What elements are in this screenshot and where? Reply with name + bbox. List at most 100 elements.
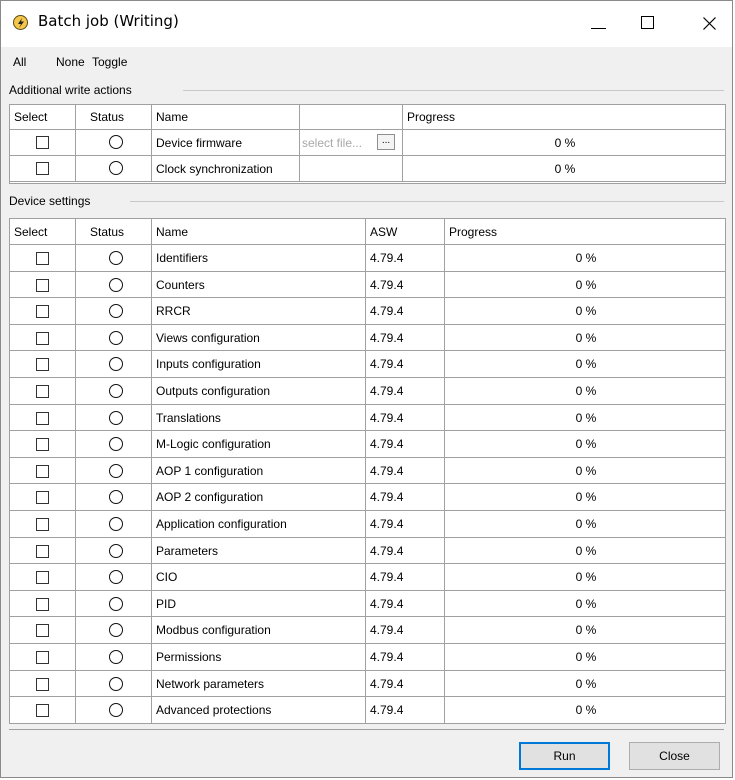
maximize-button[interactable]: [625, 1, 671, 47]
status-cell: [76, 511, 152, 538]
close-window-button[interactable]: [687, 1, 733, 47]
select-checkbox[interactable]: [36, 464, 49, 478]
status-idle-icon: [109, 330, 123, 345]
select-cell: [10, 378, 76, 405]
progress-value: 0 %: [445, 405, 725, 432]
setting-name: Advanced protections: [152, 697, 366, 723]
select-cell: [10, 617, 76, 644]
select-checkbox[interactable]: [36, 651, 49, 664]
menu-all[interactable]: All: [13, 55, 26, 69]
settings-group-label: Device settings: [9, 194, 91, 208]
select-checkbox[interactable]: [36, 278, 49, 292]
setting-name: Outputs configuration: [152, 378, 366, 405]
progress-value: 0 %: [445, 671, 725, 698]
asw-version: 4.79.4: [366, 271, 445, 299]
progress-value: 0 %: [445, 484, 725, 511]
status-idle-icon: [109, 676, 123, 691]
browse-file-button[interactable]: ...: [377, 134, 395, 150]
progress-value: 0 %: [445, 538, 725, 565]
setting-name: Parameters: [152, 537, 366, 565]
asw-version: 4.79.4: [366, 511, 445, 538]
title-bar: Batch job (Writing): [1, 1, 732, 47]
asw-version: 4.79.4: [366, 404, 445, 432]
status-idle-icon: [109, 161, 123, 175]
select-cell: [10, 130, 76, 156]
select-cell: [10, 511, 76, 538]
select-checkbox[interactable]: [36, 385, 49, 398]
select-checkbox[interactable]: [36, 571, 49, 585]
select-cell: [10, 564, 76, 591]
additional-group-label: Additional write actions: [9, 83, 132, 97]
setting-name: Views configuration: [152, 324, 366, 352]
select-checkbox[interactable]: [36, 518, 49, 531]
asw-version: 4.79.4: [366, 378, 445, 405]
select-cell: [10, 590, 76, 618]
progress-value: 0 %: [445, 431, 725, 458]
setting-name: AOP 2 configuration: [152, 484, 366, 511]
group-divider: [183, 90, 724, 91]
status-cell: [76, 298, 152, 325]
status-idle-icon: [109, 277, 123, 292]
close-button[interactable]: Close: [629, 742, 720, 770]
setting-name: Network parameters: [152, 670, 366, 698]
select-cell: [10, 156, 76, 182]
header-name: Name: [152, 105, 300, 130]
setting-name: PID: [152, 590, 366, 618]
group-divider: [130, 201, 724, 202]
status-idle-icon: [109, 570, 123, 585]
progress-value: 0 %: [403, 156, 725, 182]
select-cell: [10, 644, 76, 671]
header-select: Select: [10, 219, 76, 245]
action-name: Device firmware: [152, 130, 300, 156]
status-idle-icon: [109, 357, 123, 372]
status-cell: [76, 537, 152, 565]
status-idle-icon: [109, 650, 123, 664]
select-checkbox[interactable]: [36, 331, 49, 345]
firmware-file-input[interactable]: select file...: [302, 130, 362, 155]
asw-version: 4.79.4: [366, 537, 445, 565]
status-idle-icon: [109, 517, 123, 531]
setting-name: CIO: [152, 564, 366, 591]
select-checkbox[interactable]: [36, 305, 49, 319]
status-cell: [76, 156, 152, 182]
header-status: Status: [76, 105, 152, 130]
progress-value: 0 %: [445, 617, 725, 644]
progress-value: 0 %: [445, 298, 725, 325]
status-idle-icon: [109, 410, 123, 425]
menu-none[interactable]: None: [56, 55, 85, 69]
select-checkbox[interactable]: [36, 624, 49, 638]
window-title: Batch job (Writing): [38, 12, 179, 30]
progress-value: 0 %: [445, 378, 725, 405]
select-checkbox[interactable]: [36, 411, 49, 425]
minimize-button[interactable]: [575, 1, 621, 47]
progress-value: 0 %: [445, 458, 725, 485]
select-checkbox[interactable]: [36, 677, 49, 691]
select-checkbox[interactable]: [36, 136, 49, 149]
select-cell: [10, 298, 76, 325]
select-checkbox[interactable]: [36, 544, 49, 558]
select-cell: [10, 351, 76, 378]
file-cell: select file......: [300, 130, 403, 156]
progress-value: 0 %: [445, 564, 725, 591]
menu-toggle[interactable]: Toggle: [92, 55, 127, 69]
selection-menu: All None Toggle: [1, 47, 732, 75]
select-checkbox[interactable]: [36, 252, 49, 265]
select-checkbox[interactable]: [36, 704, 49, 718]
header-asw: ASW: [366, 219, 445, 245]
setting-name: AOP 1 configuration: [152, 457, 366, 485]
status-idle-icon: [109, 543, 123, 558]
select-checkbox[interactable]: [36, 162, 49, 175]
select-checkbox[interactable]: [36, 491, 49, 505]
asw-version: 4.79.4: [366, 457, 445, 485]
progress-value: 0 %: [403, 130, 725, 156]
select-cell: [10, 404, 76, 432]
select-checkbox[interactable]: [36, 438, 49, 452]
status-cell: [76, 324, 152, 352]
progress-value: 0 %: [445, 591, 725, 618]
progress-value: 0 %: [445, 511, 725, 538]
status-cell: [76, 271, 152, 299]
select-checkbox[interactable]: [36, 358, 49, 372]
select-checkbox[interactable]: [36, 597, 49, 611]
select-cell: [10, 431, 76, 458]
run-button[interactable]: Run: [519, 742, 610, 770]
